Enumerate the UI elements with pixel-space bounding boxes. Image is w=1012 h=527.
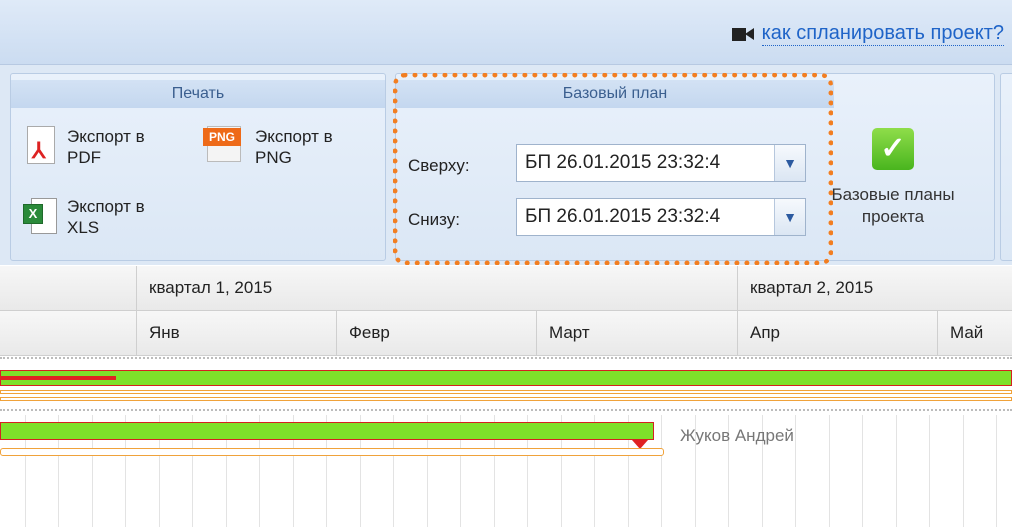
summary-baseline-bar xyxy=(0,390,1012,394)
grid-line xyxy=(862,415,863,527)
print-group: Печать ⅄ Экспорт в PDF PNG Экспорт в PNG… xyxy=(10,73,386,261)
help-link[interactable]: как спланировать проект? xyxy=(761,22,1004,46)
top-baseline-label: Сверху: xyxy=(408,156,470,175)
print-group-title: Печать xyxy=(11,80,385,108)
header-divider xyxy=(0,357,1012,359)
task-bar[interactable] xyxy=(0,422,654,440)
month-feb: Февр xyxy=(336,311,536,355)
chevron-down-icon[interactable]: ▼ xyxy=(774,199,805,235)
export-xls-button[interactable]: X Экспорт в XLS xyxy=(23,196,183,238)
project-baselines-label: Базовые планы проекта xyxy=(831,185,955,226)
task-baseline-bar xyxy=(0,448,664,456)
baseline-group: Базовый план Сверху: БП 26.01.2015 23:32… xyxy=(395,73,995,261)
gantt-chart: квартал 1, 2015 квартал 2, 2015 Янв Февр… xyxy=(0,266,1012,527)
chevron-down-icon[interactable]: ▼ xyxy=(774,145,805,181)
next-group-edge xyxy=(1000,73,1012,261)
export-pdf-button[interactable]: ⅄ Экспорт в PDF xyxy=(23,126,183,168)
month-may: Май xyxy=(937,311,1012,355)
ribbon: Печать ⅄ Экспорт в PDF PNG Экспорт в PNG… xyxy=(0,65,1012,265)
png-tag: PNG xyxy=(203,128,241,146)
summary-baseline-bar-2 xyxy=(0,397,1012,401)
video-camera-icon xyxy=(731,27,754,41)
top-baseline-select[interactable]: БП 26.01.2015 23:32:4 ▼ xyxy=(516,144,806,182)
top-baseline-value: БП 26.01.2015 23:32:4 xyxy=(525,152,721,173)
bottom-baseline-select[interactable]: БП 26.01.2015 23:32:4 ▼ xyxy=(516,198,806,236)
grid-line xyxy=(896,415,897,527)
help-link-area[interactable]: как спланировать проект? xyxy=(731,22,1004,46)
task-assignee: Жуков Андрей xyxy=(680,426,794,445)
pdf-icon: ⅄ xyxy=(23,126,59,166)
grid-line xyxy=(996,415,997,527)
month-jan: Янв xyxy=(136,311,336,355)
grid-line xyxy=(829,415,830,527)
bottom-baseline-label: Снизу: xyxy=(408,210,460,229)
bottom-baseline-value: БП 26.01.2015 23:32:4 xyxy=(525,206,721,227)
month-header-row: Янв Февр Март Апр Май xyxy=(0,311,1012,356)
baseline-group-title: Базовый план xyxy=(396,80,834,108)
quarter-1-header: квартал 1, 2015 xyxy=(136,266,737,310)
checkmark-icon: ✓ xyxy=(872,128,914,170)
export-png-button[interactable]: PNG Экспорт в PNG xyxy=(203,126,373,168)
top-bar: как спланировать проект? xyxy=(0,0,1012,65)
row-divider xyxy=(0,409,1012,411)
project-baselines-button[interactable]: ✓ Базовые планы проекта xyxy=(818,128,968,228)
grid-line xyxy=(661,415,662,527)
grid-line xyxy=(963,415,964,527)
month-apr: Апр xyxy=(737,311,937,355)
quarter-header-row: квартал 1, 2015 квартал 2, 2015 xyxy=(0,266,1012,311)
month-mar: Март xyxy=(536,311,737,355)
grid-line xyxy=(795,415,796,527)
quarter-2-header: квартал 2, 2015 xyxy=(737,266,1012,310)
summary-progress-bar xyxy=(0,376,116,380)
grid-line xyxy=(929,415,930,527)
png-icon: PNG xyxy=(203,126,247,166)
export-png-label: Экспорт в PNG xyxy=(255,127,333,167)
export-pdf-label: Экспорт в PDF xyxy=(67,127,145,167)
summary-task-bar[interactable] xyxy=(0,370,1012,386)
export-xls-label: Экспорт в XLS xyxy=(67,197,145,237)
excel-icon: X xyxy=(23,196,59,236)
